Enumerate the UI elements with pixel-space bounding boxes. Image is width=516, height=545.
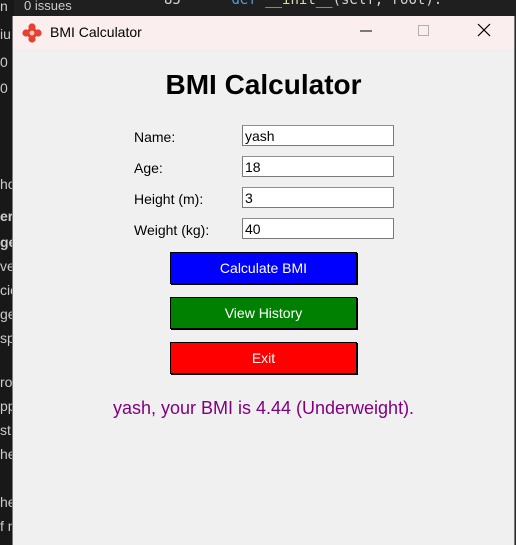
issues-count: 0 issues xyxy=(24,0,72,13)
window-content: BMI Calculator Name: Age: Height (m): We… xyxy=(13,49,514,545)
left-fragment: 0 xyxy=(0,54,8,70)
height-field[interactable] xyxy=(242,187,394,208)
background-top-strip: 0 issues 85 def __init__(self, root): xyxy=(14,0,516,16)
bmi-result: yash, your BMI is 4.44 (Underweight). xyxy=(112,398,415,418)
left-fragment: st xyxy=(0,422,11,438)
maximize-button[interactable] xyxy=(395,16,453,49)
bmi-app-icon xyxy=(22,23,42,43)
code-fragment: 85 def __init__(self, root): xyxy=(164,0,443,8)
page-title: BMI Calculator xyxy=(165,69,362,100)
left-fragment: n xyxy=(0,0,8,14)
exit-button[interactable]: Exit xyxy=(170,342,357,374)
view-history-button[interactable]: View History xyxy=(170,297,357,329)
age-field[interactable] xyxy=(242,156,394,177)
maximize-icon xyxy=(418,24,430,42)
height-label: Height (m): xyxy=(134,191,204,207)
weight-label: Weight (kg): xyxy=(134,222,210,238)
minimize-button[interactable] xyxy=(337,16,395,49)
name-field[interactable] xyxy=(242,125,394,146)
bmi-window: BMI Calculator BMI Calculator Name: Age:… xyxy=(12,16,515,545)
weight-field[interactable] xyxy=(242,218,394,239)
left-fragment: iu xyxy=(0,26,11,42)
age-label: Age: xyxy=(134,160,163,176)
close-button[interactable] xyxy=(455,16,513,49)
close-icon xyxy=(477,23,491,42)
left-fragment: 0 xyxy=(0,80,8,96)
minimize-icon xyxy=(360,24,372,42)
title-bar[interactable]: BMI Calculator xyxy=(13,16,514,49)
name-label: Name: xyxy=(134,129,176,145)
window-title: BMI Calculator xyxy=(50,24,142,40)
calculate-bmi-button[interactable]: Calculate BMI xyxy=(170,252,357,284)
